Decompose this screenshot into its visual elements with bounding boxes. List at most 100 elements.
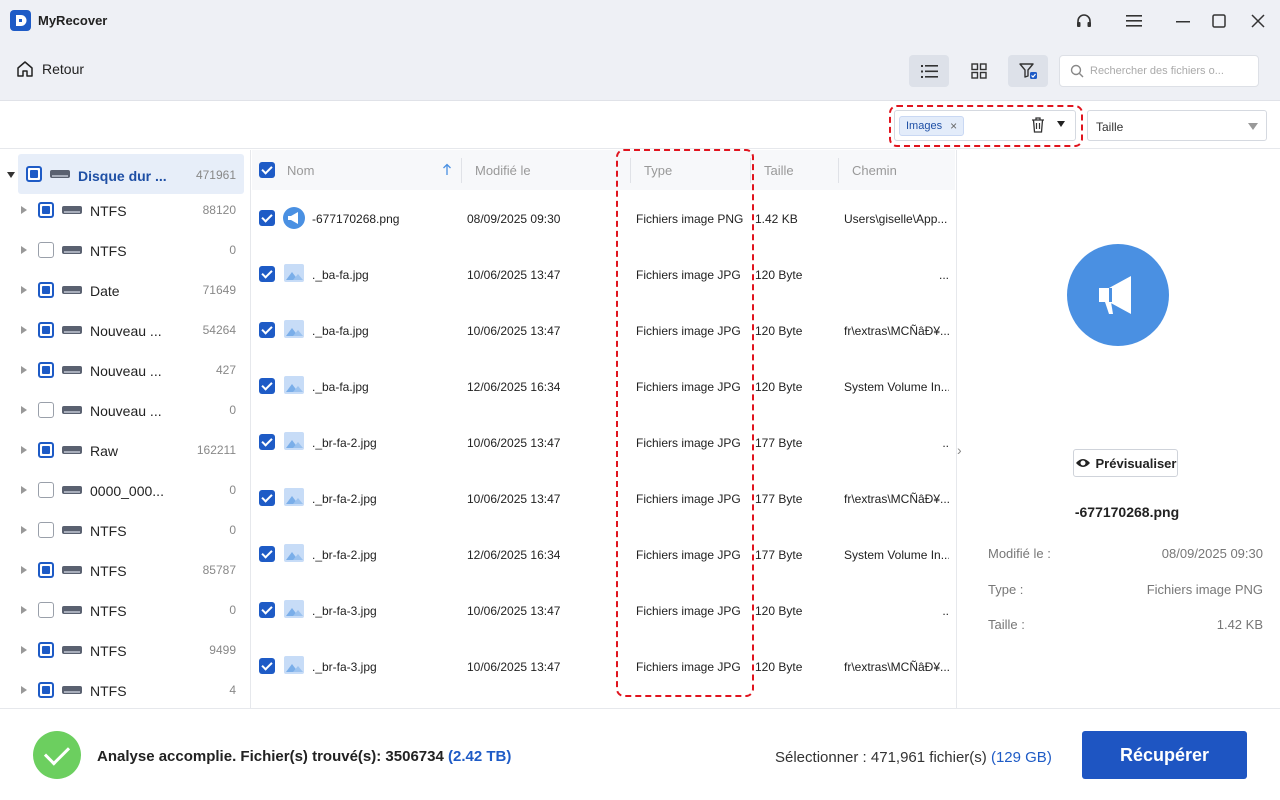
image-icon [284, 544, 304, 562]
tree-item-checkbox[interactable] [38, 322, 54, 338]
tree-item-checkbox[interactable] [38, 442, 54, 458]
tree-item[interactable]: Raw 162211 [0, 430, 250, 470]
file-row-checkbox[interactable] [259, 322, 275, 338]
support-headset-icon[interactable] [1071, 8, 1097, 34]
header-modified[interactable]: Modifié le [475, 163, 531, 178]
close-icon[interactable] [1245, 8, 1271, 34]
tree-item-checkbox[interactable] [38, 362, 54, 378]
tree-item-count: 0 [229, 603, 236, 617]
file-row-checkbox[interactable] [259, 658, 275, 674]
tree-item[interactable]: NTFS 9499 [0, 630, 250, 670]
header-path[interactable]: Chemin [852, 163, 897, 178]
preview-button-label: Prévisualiser [1095, 455, 1177, 471]
file-row-checkbox[interactable] [259, 490, 275, 506]
file-row-checkbox[interactable] [259, 546, 275, 562]
expand-arrow-icon[interactable] [21, 646, 27, 654]
tree-root-checkbox[interactable] [26, 166, 42, 182]
tree-item-checkbox[interactable] [38, 642, 54, 658]
tree-item[interactable]: Date 71649 [0, 270, 250, 310]
tree-item-checkbox[interactable] [38, 562, 54, 578]
image-icon [284, 320, 304, 338]
tree-item[interactable]: NTFS 88120 [0, 190, 250, 230]
file-row[interactable]: ._br-fa-3.jpg 10/06/2025 13:47 Fichiers im… [252, 638, 955, 694]
expand-arrow-icon[interactable] [21, 526, 27, 534]
file-row[interactable]: ._br-fa-2.jpg 10/06/2025 13:47 Fichiers im… [252, 414, 955, 470]
tree-item-count: 0 [229, 483, 236, 497]
file-row[interactable]: ._ba-fa.jpg 10/06/2025 13:47 Fichiers imag… [252, 246, 955, 302]
expand-arrow-icon[interactable] [21, 406, 27, 414]
file-row[interactable]: ._br-fa-2.jpg 10/06/2025 13:47 Fichiers im… [252, 470, 955, 526]
grid-view-button[interactable] [959, 55, 999, 87]
chevron-right-icon[interactable]: › [957, 442, 962, 458]
search-input[interactable] [1090, 65, 1250, 77]
scan-total-size: (2.42 TB) [448, 748, 512, 765]
file-row-checkbox[interactable] [259, 210, 275, 226]
back-button[interactable]: Retour [16, 60, 84, 78]
file-row[interactable]: -677170268.png 08/09/2025 09:30 Fichiers i… [252, 190, 955, 246]
file-row[interactable]: ._br-fa-2.jpg 12/06/2025 16:34 Fichiers im… [252, 526, 955, 582]
title-bar: MyRecover [0, 0, 1280, 42]
file-row[interactable]: ._br-fa-3.jpg 10/06/2025 13:47 Fichiers im… [252, 582, 955, 638]
tree-item-checkbox[interactable] [38, 402, 54, 418]
tree-item[interactable]: NTFS 0 [0, 510, 250, 550]
tree-item-checkbox[interactable] [38, 202, 54, 218]
filter-button[interactable] [1008, 55, 1048, 87]
minimize-icon[interactable] [1170, 8, 1196, 34]
hard-drive-icon [62, 686, 82, 694]
tree-item-checkbox[interactable] [38, 242, 54, 258]
expand-arrow-icon[interactable] [21, 286, 27, 294]
file-row-checkbox[interactable] [259, 378, 275, 394]
file-row-checkbox[interactable] [259, 602, 275, 618]
file-name: ._br-fa-2.jpg [312, 548, 377, 562]
tree-item[interactable]: 0000_000... 0 [0, 470, 250, 510]
list-view-button[interactable] [909, 55, 949, 87]
tree-item-checkbox[interactable] [38, 602, 54, 618]
tree-item[interactable]: NTFS 85787 [0, 550, 250, 590]
expand-arrow-icon[interactable] [21, 366, 27, 374]
list-view-icon [920, 64, 938, 78]
tree-item-checkbox[interactable] [38, 282, 54, 298]
expand-arrow-icon[interactable] [21, 246, 27, 254]
tree-item[interactable]: Nouveau ... 0 [0, 390, 250, 430]
header-name[interactable]: Nom [287, 163, 314, 178]
size-filter-label: Taille [1096, 120, 1124, 134]
select-all-checkbox[interactable] [259, 162, 275, 178]
file-row-checkbox[interactable] [259, 266, 275, 282]
tree-root-item[interactable]: Disque dur ... 471961 [0, 150, 250, 194]
search-box[interactable] [1059, 55, 1259, 87]
expand-arrow-icon[interactable] [21, 606, 27, 614]
expand-arrow-icon[interactable] [7, 172, 15, 178]
hard-drive-icon [62, 366, 82, 374]
tree-item-count: 54264 [202, 323, 236, 337]
maximize-icon[interactable] [1206, 8, 1232, 34]
header-type[interactable]: Type [644, 163, 672, 178]
tree-item-checkbox[interactable] [38, 682, 54, 698]
size-filter-select[interactable]: Taille [1087, 110, 1267, 141]
file-row[interactable]: ._ba-fa.jpg 12/06/2025 16:34 Fichiers imag… [252, 358, 955, 414]
file-row-checkbox[interactable] [259, 434, 275, 450]
tree-root-label: Disque dur ... [78, 168, 167, 184]
tree-item[interactable]: NTFS 0 [0, 590, 250, 630]
expand-arrow-icon[interactable] [21, 686, 27, 694]
expand-arrow-icon[interactable] [21, 486, 27, 494]
header-size[interactable]: Taille [764, 163, 794, 178]
expand-arrow-icon[interactable] [21, 446, 27, 454]
tree-item[interactable]: Nouveau ... 427 [0, 350, 250, 390]
tree-item-checkbox[interactable] [38, 482, 54, 498]
sort-ascending-icon[interactable] [442, 163, 452, 176]
menu-icon[interactable] [1121, 8, 1147, 34]
recover-button[interactable]: Récupérer [1082, 731, 1247, 779]
preview-button[interactable]: Prévisualiser [1073, 449, 1178, 477]
image-icon [284, 488, 304, 506]
expand-arrow-icon[interactable] [21, 326, 27, 334]
expand-arrow-icon[interactable] [21, 566, 27, 574]
tree-item[interactable]: Nouveau ... 54264 [0, 310, 250, 350]
scan-status-text: Analyse accomplie. Fichier(s) trouvé(s):… [97, 748, 444, 765]
tree-item[interactable]: NTFS 0 [0, 230, 250, 270]
tree-item[interactable]: NTFS 4 [0, 670, 250, 708]
back-label: Retour [42, 61, 85, 77]
file-path: fr\extras\MCÑâĐ¥... [844, 660, 949, 674]
expand-arrow-icon[interactable] [21, 206, 27, 214]
file-row[interactable]: ._ba-fa.jpg 10/06/2025 13:47 Fichiers imag… [252, 302, 955, 358]
tree-item-checkbox[interactable] [38, 522, 54, 538]
